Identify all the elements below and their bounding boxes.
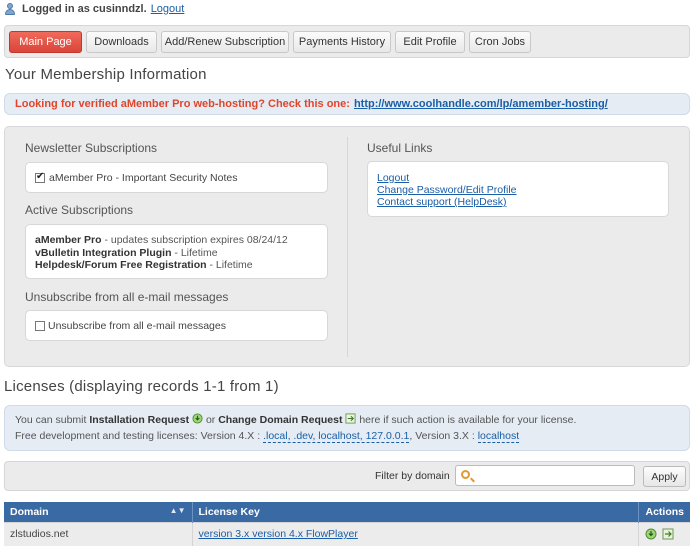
column-header-license-key: License Key <box>192 502 640 522</box>
domain-cell: zlstudios.net <box>4 521 193 546</box>
page-title: Your Membership Information <box>5 66 207 83</box>
hosting-notice: Looking for verified aMember Pro web-hos… <box>4 93 690 115</box>
newsletter-box: aMember Pro - Important Security Notes <box>25 162 328 193</box>
panel-divider <box>347 137 348 357</box>
logout-link[interactable]: Logout <box>151 3 185 15</box>
column-header-domain[interactable]: Domain ▲▼ <box>4 502 193 522</box>
main-nav-tabs: Main Page Downloads Add/Renew Subscripti… <box>4 25 690 58</box>
apply-button[interactable]: Apply <box>643 466 686 487</box>
useful-link-logout[interactable]: Logout <box>377 172 668 184</box>
license-key-link[interactable]: version 3.x version 4.x FlowPlayer <box>199 528 358 540</box>
tab-payments-history[interactable]: Payments History <box>293 31 391 53</box>
useful-link-change-password[interactable]: Change Password/Edit Profile <box>377 184 668 196</box>
unsubscribe-label: Unsubscribe from all e-mail messages <box>48 320 226 332</box>
installation-request-icon <box>192 413 203 424</box>
subscription-item: aMember Pro - updates subscription expir… <box>35 234 288 246</box>
install-request-icon[interactable] <box>645 528 657 540</box>
tab-main-page[interactable]: Main Page <box>9 31 82 53</box>
active-subscriptions-title: Active Subscriptions <box>25 203 134 217</box>
actions-cell <box>638 521 690 546</box>
licenses-title: Licenses (displaying records 1-1 from 1) <box>4 378 279 395</box>
filter-bar: Filter by domain Apply <box>4 461 690 491</box>
newsletter-item-label: aMember Pro - Important Security Notes <box>49 172 238 184</box>
logged-in-text: Logged in as cusinndzl. <box>22 3 147 15</box>
change-domain-icon <box>345 413 356 424</box>
subscription-item: Helpdesk/Forum Free Registration - Lifet… <box>35 259 253 271</box>
useful-links-box: Logout Change Password/Edit Profile Cont… <box>367 161 669 217</box>
unsubscribe-title: Unsubscribe from all e-mail messages <box>25 290 229 304</box>
v4-free-domains-link[interactable]: .local, .dev, localhost, 127.0.0.1 <box>263 430 410 443</box>
hosting-link[interactable]: http://www.coolhandle.com/lp/amember-hos… <box>354 98 608 110</box>
filter-label: Filter by domain <box>375 470 450 482</box>
tab-downloads[interactable]: Downloads <box>86 31 157 53</box>
licenses-table: Domain ▲▼ License Key Actions zlstudios.n… <box>4 502 690 546</box>
licenses-info-line1: You can submit Installation Request or C… <box>15 413 577 426</box>
filter-domain-input[interactable] <box>474 468 629 483</box>
unsubscribe-box: Unsubscribe from all e-mail messages <box>25 310 328 341</box>
user-bar: Logged in as cusinndzl. Logout <box>4 2 184 16</box>
change-domain-request-icon[interactable] <box>662 528 674 540</box>
membership-panel: Newsletter Subscriptions aMember Pro - I… <box>4 126 690 367</box>
licenses-info-line2: Free development and testing licenses: V… <box>15 430 520 443</box>
licenses-info: You can submit Installation Request or C… <box>4 405 690 451</box>
useful-links-title: Useful Links <box>367 141 433 155</box>
column-header-actions: Actions <box>638 502 690 522</box>
license-key-cell: version 3.x version 4.x FlowPlayer <box>192 521 640 546</box>
filter-domain-field[interactable] <box>455 465 635 486</box>
newsletter-checkbox[interactable] <box>35 171 45 183</box>
newsletter-title: Newsletter Subscriptions <box>25 141 158 155</box>
tab-edit-profile[interactable]: Edit Profile <box>395 31 465 53</box>
useful-link-contact-support[interactable]: Contact support (HelpDesk) <box>377 196 668 208</box>
active-subscriptions-box: aMember Pro - updates subscription expir… <box>25 224 328 279</box>
change-domain-request-label: Change Domain Request <box>218 414 343 426</box>
table-row: zlstudios.net version 3.x version 4.x Fl… <box>4 521 690 546</box>
search-icon <box>461 470 470 479</box>
notice-text: Looking for verified aMember Pro web-hos… <box>15 98 350 110</box>
sort-arrows-icon[interactable]: ▲▼ <box>170 506 186 515</box>
v3-free-domains-link[interactable]: localhost <box>477 430 520 443</box>
user-icon <box>4 3 16 15</box>
tab-cron-jobs[interactable]: Cron Jobs <box>469 31 531 53</box>
installation-request-label: Installation Request <box>89 414 190 426</box>
unsubscribe-checkbox[interactable] <box>35 321 45 331</box>
subscription-item: vBulletin Integration Plugin - Lifetime <box>35 246 218 259</box>
tab-add-renew-subscription[interactable]: Add/Renew Subscription <box>161 31 289 53</box>
